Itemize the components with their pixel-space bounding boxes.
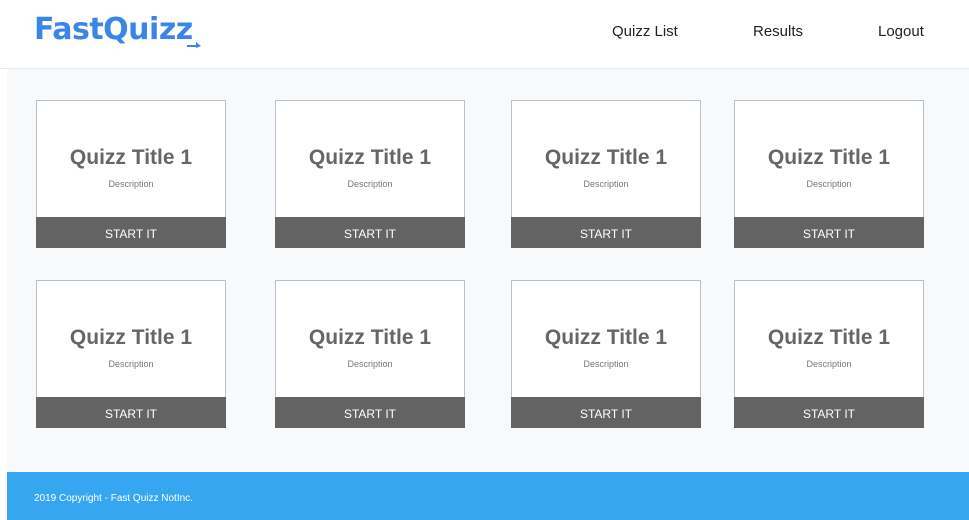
quiz-title: Quizz Title 1 bbox=[544, 326, 668, 349]
nav-results[interactable]: Results bbox=[753, 22, 803, 42]
quiz-card[interactable]: Quizz Title 1 Description START IT bbox=[734, 280, 924, 428]
nav-quizz-list[interactable]: Quizz List bbox=[612, 22, 678, 42]
start-button[interactable]: START IT bbox=[275, 217, 465, 248]
logo[interactable]: FastQuizz bbox=[34, 10, 201, 50]
header: FastQuizz Quizz List Results Logout bbox=[0, 0, 969, 69]
quiz-description: Description bbox=[806, 179, 852, 189]
quiz-card[interactable]: Quizz Title 1 Description START IT bbox=[36, 100, 226, 248]
quiz-title: Quizz Title 1 bbox=[767, 146, 891, 169]
quiz-description: Description bbox=[347, 179, 393, 189]
start-button[interactable]: START IT bbox=[36, 217, 226, 248]
quiz-card[interactable]: Quizz Title 1 Description START IT bbox=[511, 280, 701, 428]
start-button[interactable]: START IT bbox=[734, 397, 924, 428]
quiz-card[interactable]: Quizz Title 1 Description START IT bbox=[36, 280, 226, 428]
quiz-description: Description bbox=[108, 359, 154, 369]
quiz-title: Quizz Title 1 bbox=[544, 146, 668, 169]
quiz-description: Description bbox=[583, 359, 629, 369]
start-button[interactable]: START IT bbox=[36, 397, 226, 428]
nav-logout[interactable]: Logout bbox=[878, 22, 924, 42]
start-button[interactable]: START IT bbox=[275, 397, 465, 428]
quiz-description: Description bbox=[108, 179, 154, 189]
quiz-title: Quizz Title 1 bbox=[69, 326, 193, 349]
quiz-card[interactable]: Quizz Title 1 Description START IT bbox=[734, 100, 924, 248]
start-button[interactable]: START IT bbox=[511, 397, 701, 428]
quiz-title: Quizz Title 1 bbox=[69, 146, 193, 169]
quiz-card[interactable]: Quizz Title 1 Description START IT bbox=[511, 100, 701, 248]
quiz-description: Description bbox=[806, 359, 852, 369]
quiz-title: Quizz Title 1 bbox=[308, 146, 432, 169]
quiz-card[interactable]: Quizz Title 1 Description START IT bbox=[275, 100, 465, 248]
start-button[interactable]: START IT bbox=[511, 217, 701, 248]
quiz-title: Quizz Title 1 bbox=[767, 326, 891, 349]
logo-arrow-icon bbox=[186, 42, 201, 48]
quiz-title: Quizz Title 1 bbox=[308, 326, 432, 349]
logo-text: FastQuizz bbox=[34, 12, 193, 47]
start-button[interactable]: START IT bbox=[734, 217, 924, 248]
footer-copyright: 2019 Copyright - Fast Quizz NotInc. bbox=[34, 493, 193, 504]
quiz-grid: Quizz Title 1 Description START IT Quizz… bbox=[7, 69, 969, 472]
footer: 2019 Copyright - Fast Quizz NotInc. bbox=[7, 472, 969, 520]
quiz-description: Description bbox=[583, 179, 629, 189]
quiz-card[interactable]: Quizz Title 1 Description START IT bbox=[275, 280, 465, 428]
quiz-description: Description bbox=[347, 359, 393, 369]
